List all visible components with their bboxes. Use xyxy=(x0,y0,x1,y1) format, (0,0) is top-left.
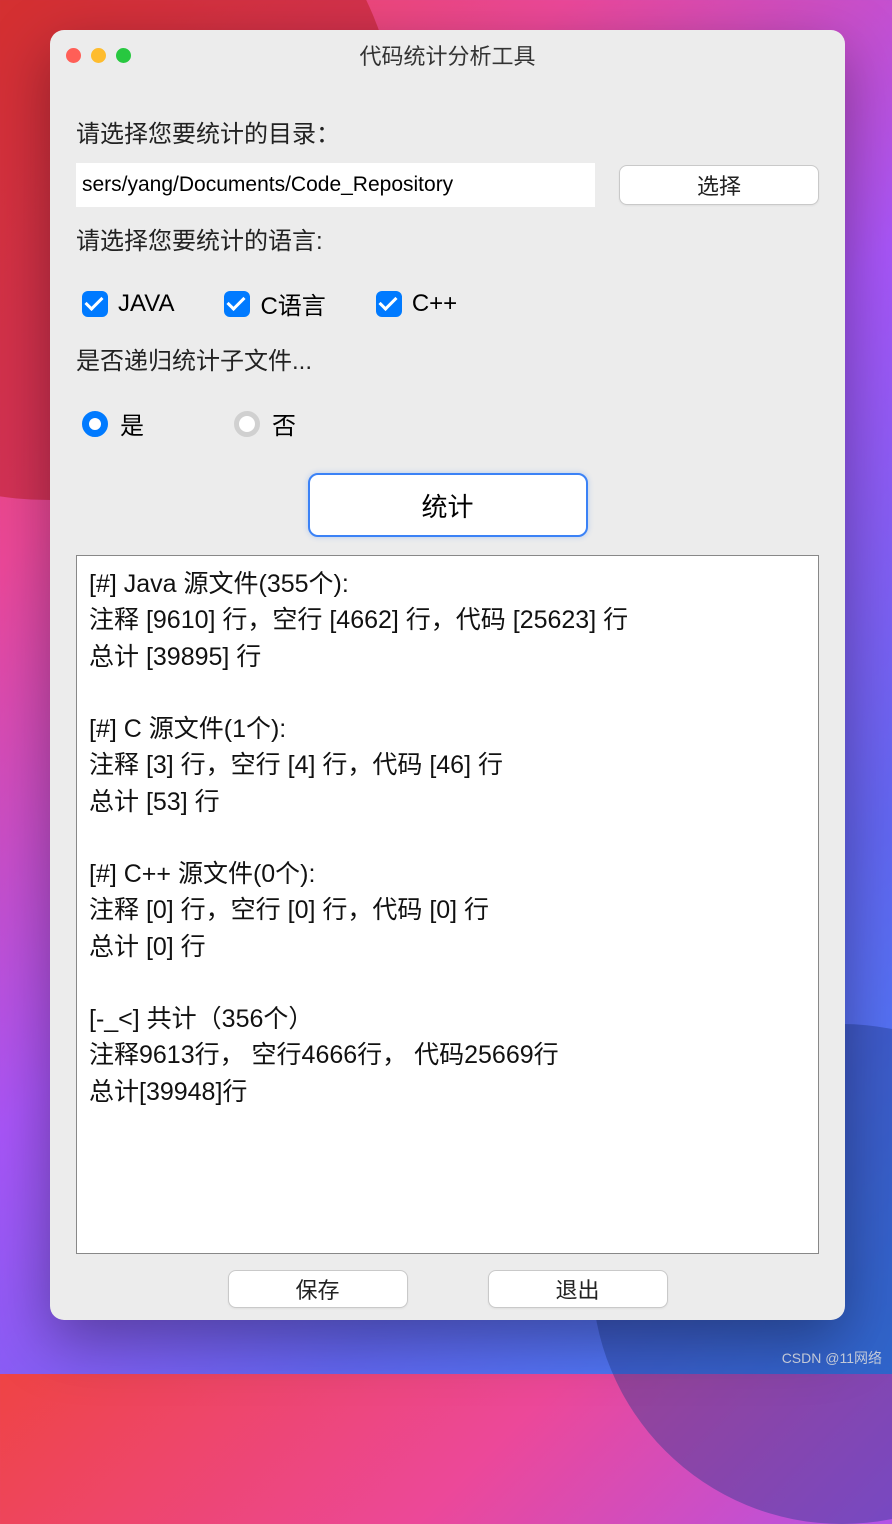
radio-yes[interactable]: 是 xyxy=(82,406,144,441)
checkbox-c[interactable]: C语言 xyxy=(224,286,325,321)
exit-button[interactable]: 退出 xyxy=(488,1270,668,1308)
checkbox-java-label: JAVA xyxy=(118,290,174,318)
radio-unselected-icon xyxy=(234,411,260,437)
language-label: 请选择您要统计的语言: xyxy=(76,221,819,256)
choose-button[interactable]: 选择 xyxy=(619,165,819,205)
radio-selected-icon xyxy=(82,411,108,437)
check-icon xyxy=(224,291,250,317)
radio-no[interactable]: 否 xyxy=(234,406,296,441)
output-textarea[interactable]: [#] Java 源文件(355个): 注释 [9610] 行，空行 [4662… xyxy=(76,555,819,1254)
directory-input[interactable] xyxy=(76,163,595,207)
radio-no-label: 否 xyxy=(272,406,296,441)
app-window: 代码统计分析工具 请选择您要统计的目录： 选择 请选择您要统计的语言: JAVA… xyxy=(50,30,845,1320)
checkbox-cpp-label: C++ xyxy=(412,290,457,318)
content-area: 请选择您要统计的目录： 选择 请选择您要统计的语言: JAVA C语言 C++ … xyxy=(50,80,845,1320)
window-title: 代码统计分析工具 xyxy=(50,39,845,71)
check-icon xyxy=(376,291,402,317)
watermark: CSDN @11网络 xyxy=(782,1348,882,1368)
checkbox-java[interactable]: JAVA xyxy=(82,286,174,321)
directory-label: 请选择您要统计的目录： xyxy=(76,114,819,149)
checkbox-c-label: C语言 xyxy=(260,286,325,321)
titlebar: 代码统计分析工具 xyxy=(50,30,845,80)
check-icon xyxy=(82,291,108,317)
radio-yes-label: 是 xyxy=(120,406,144,441)
checkbox-cpp[interactable]: C++ xyxy=(376,286,457,321)
analyze-button[interactable]: 统计 xyxy=(308,473,588,537)
recurse-label: 是否递归统计子文件... xyxy=(76,341,819,376)
save-button[interactable]: 保存 xyxy=(228,1270,408,1308)
